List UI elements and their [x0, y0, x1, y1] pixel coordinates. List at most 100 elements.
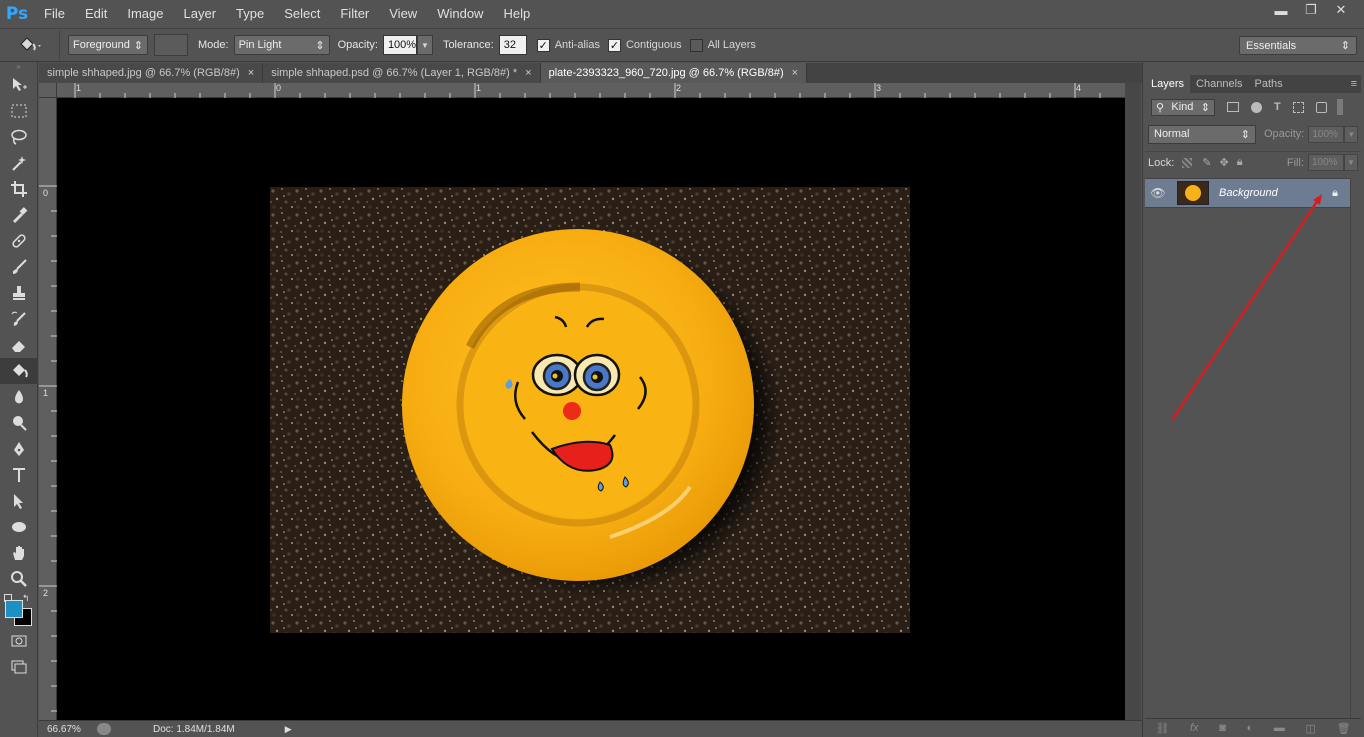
close-tab-icon[interactable]: × — [792, 67, 798, 79]
delete-layer-icon[interactable]: 🗑︎ — [1337, 722, 1351, 735]
menu-select[interactable]: Select — [274, 0, 330, 28]
fill-arrow-button[interactable]: ▼ — [1344, 154, 1358, 171]
menu-edit[interactable]: Edit — [75, 0, 117, 28]
adjustment-layer-icon[interactable]: ◐ — [1247, 722, 1254, 734]
contiguous-checkbox[interactable]: ✓ — [607, 38, 621, 52]
workspace-switcher[interactable]: Essentials ⇕ — [1239, 36, 1357, 55]
pattern-picker[interactable] — [154, 34, 188, 56]
paint-bucket-tool[interactable] — [0, 358, 38, 384]
clone-stamp-tool[interactable] — [0, 280, 38, 306]
tab-layers[interactable]: Layers — [1145, 75, 1191, 93]
vertical-scrollbar[interactable] — [1125, 83, 1141, 720]
layer-thumbnail[interactable] — [1177, 181, 1209, 205]
tab-simple-shhaped-psd[interactable]: simple shhaped.psd @ 66.7% (Layer 1, RGB… — [263, 63, 541, 83]
layer-kind-dropdown[interactable]: ⚲ Kind ⇕ — [1151, 98, 1215, 116]
eye-icon[interactable]: 👁︎ — [1145, 186, 1171, 200]
opacity-dropdown-button[interactable]: ▼ — [416, 35, 433, 55]
menu-view[interactable]: View — [379, 0, 427, 28]
quick-mask-button[interactable] — [0, 628, 38, 654]
minimize-button[interactable]: ▬ — [1266, 0, 1296, 20]
zoom-level[interactable]: 66.67% — [47, 724, 93, 735]
menu-filter[interactable]: Filter — [330, 0, 379, 28]
adjustment-filter-icon[interactable] — [1251, 101, 1262, 113]
healing-brush-tool[interactable] — [0, 228, 38, 254]
layer-row-background[interactable]: 👁︎ Background 🔒︎ — [1145, 178, 1350, 208]
all-layers-checkbox[interactable] — [689, 38, 703, 52]
foreground-color-swatch[interactable] — [5, 600, 23, 618]
close-tab-icon[interactable]: × — [525, 67, 531, 79]
all-layers-toggle[interactable]: All Layers — [689, 38, 756, 52]
document-canvas[interactable] — [57, 98, 1125, 720]
opacity-input[interactable]: 100% — [382, 35, 417, 55]
layer-name[interactable]: Background — [1219, 187, 1278, 199]
smart-object-filter-icon[interactable] — [1315, 101, 1327, 113]
screen-mode-button[interactable] — [0, 654, 38, 680]
status-menu-arrow-icon[interactable]: ▶ — [285, 724, 292, 735]
opacity-arrow-button[interactable]: ▼ — [1344, 125, 1359, 143]
add-mask-icon[interactable]: ◙ — [1219, 722, 1226, 734]
contiguous-toggle[interactable]: ✓ Contiguous — [607, 38, 682, 52]
anti-alias-toggle[interactable]: ✓ Anti-alias — [536, 38, 600, 52]
pixel-filter-icon[interactable] — [1227, 102, 1239, 112]
crop-tool[interactable] — [0, 176, 38, 202]
vertical-ruler[interactable]: 0 1 2 — [39, 98, 57, 720]
lock-transparent-icon[interactable] — [1182, 157, 1193, 168]
plate-photo[interactable] — [270, 187, 910, 633]
close-tab-icon[interactable]: × — [248, 67, 254, 79]
fill-source-dropdown[interactable]: Foreground ⇕ — [68, 35, 148, 55]
move-tool[interactable] — [0, 72, 38, 98]
mode-dropdown[interactable]: Pin Light ⇕ — [233, 35, 330, 55]
eraser-tool[interactable] — [0, 332, 38, 358]
anti-alias-checkbox[interactable]: ✓ — [536, 38, 550, 52]
brush-tool[interactable] — [0, 254, 38, 280]
type-filter-icon[interactable]: T — [1274, 101, 1281, 113]
menu-help[interactable]: Help — [493, 0, 540, 28]
zoom-tool[interactable] — [0, 566, 38, 592]
eyedropper-tool[interactable] — [0, 202, 38, 228]
new-layer-icon[interactable]: ◫ — [1306, 722, 1316, 735]
new-group-icon[interactable]: ▬ — [1274, 722, 1285, 734]
dodge-tool[interactable] — [0, 410, 38, 436]
tolerance-input[interactable]: 32 — [498, 35, 527, 55]
pen-tool[interactable] — [0, 436, 38, 462]
horizontal-ruler[interactable]: 1 0 1 2 3 4 — [57, 83, 1125, 98]
opacity-label: Opacity: — [337, 39, 378, 51]
blend-mode-dropdown[interactable]: Normal ⇕ — [1148, 124, 1256, 144]
menu-image[interactable]: Image — [117, 0, 173, 28]
swap-colors-icon[interactable]: ↰ — [22, 593, 30, 604]
filter-toggle-icon[interactable] — [1336, 99, 1343, 115]
tool-preset-picker[interactable] — [0, 30, 60, 60]
lasso-tool[interactable] — [0, 124, 38, 150]
ellipse-tool[interactable] — [0, 514, 38, 540]
menu-window[interactable]: Window — [427, 0, 493, 28]
shape-filter-icon[interactable] — [1292, 101, 1304, 113]
panel-grip[interactable]: » — [0, 62, 37, 72]
lock-position-icon[interactable]: ✥ — [1220, 156, 1229, 169]
link-layers-icon[interactable]: ⛓︎ — [1155, 722, 1169, 735]
quick-select-tool[interactable] — [0, 150, 38, 176]
lock-all-icon[interactable]: 🔒︎ — [1237, 156, 1243, 169]
tab-channels[interactable]: Channels — [1190, 75, 1248, 93]
close-window-button[interactable]: ✕ — [1326, 0, 1356, 20]
restore-button[interactable]: ❐ — [1296, 0, 1326, 20]
layer-style-icon[interactable]: fx — [1190, 722, 1199, 734]
status-info-icon[interactable] — [97, 723, 111, 735]
tab-simple-shhaped-jpg[interactable]: simple shhaped.jpg @ 66.7% (RGB/8#) × — [39, 63, 264, 83]
blur-tool[interactable] — [0, 384, 38, 410]
marquee-tool[interactable] — [0, 98, 38, 124]
menu-file[interactable]: File — [34, 0, 75, 28]
fill-input[interactable]: 100% — [1308, 154, 1344, 171]
hand-tool[interactable] — [0, 540, 38, 566]
tab-paths[interactable]: Paths — [1249, 75, 1289, 93]
history-brush-tool[interactable] — [0, 306, 38, 332]
layer-opacity-input[interactable]: 100% — [1308, 125, 1345, 143]
menu-layer[interactable]: Layer — [174, 0, 227, 28]
lock-image-brush-icon[interactable]: ✎ — [1202, 156, 1211, 169]
type-tool[interactable] — [0, 462, 38, 488]
panel-menu-icon[interactable]: ≡ — [1351, 75, 1357, 93]
path-selection-tool[interactable] — [0, 488, 38, 514]
tab-plate-jpg[interactable]: plate-2393323_960_720.jpg @ 66.7% (RGB/8… — [540, 63, 808, 83]
ruler-origin[interactable] — [39, 83, 57, 98]
layers-scrollbar[interactable] — [1350, 178, 1361, 718]
menu-type[interactable]: Type — [226, 0, 274, 28]
